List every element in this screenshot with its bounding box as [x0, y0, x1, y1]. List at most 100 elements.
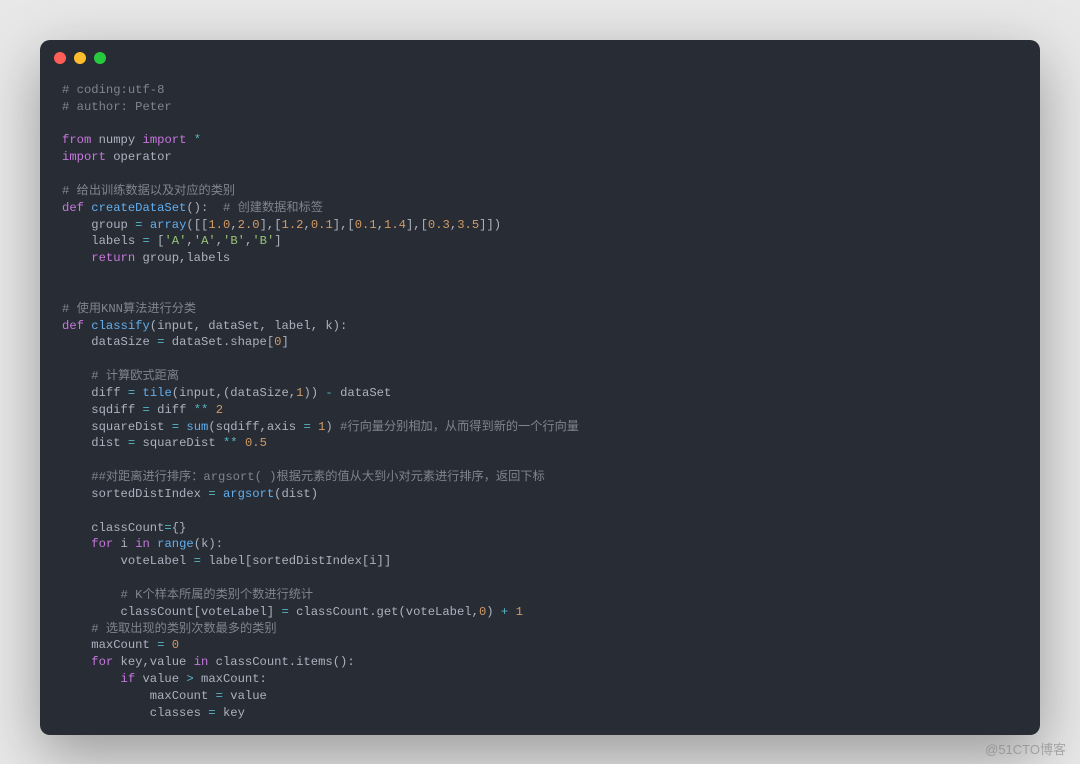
args: (input,(dataSize, — [172, 386, 296, 400]
keyword: import — [62, 150, 106, 164]
num: 1 — [516, 605, 523, 619]
expr: dataSet.shape[ — [172, 335, 274, 349]
num: 0.1 — [311, 218, 333, 232]
args: (k): — [194, 537, 223, 551]
args: (sqdiff,axis — [208, 420, 296, 434]
var: dataSet — [340, 386, 391, 400]
vars: key,value — [121, 655, 187, 669]
comment: # coding:utf-8 — [62, 83, 164, 97]
op: = — [281, 605, 288, 619]
var: key — [223, 706, 245, 720]
keyword: in — [194, 655, 209, 669]
str: 'B' — [252, 234, 274, 248]
var: group — [91, 218, 128, 232]
call: tile — [143, 386, 172, 400]
op: > — [186, 672, 193, 686]
keyword: in — [135, 537, 150, 551]
var: maxCount — [150, 689, 209, 703]
var: squareDist — [91, 420, 164, 434]
minimize-icon[interactable] — [74, 52, 86, 64]
func-name: classify — [91, 319, 150, 333]
op: ** — [194, 403, 209, 417]
punct: (): — [186, 201, 208, 215]
comment: #行向量分别相加，从而得到新的一个行向量 — [340, 420, 579, 434]
punct: ] — [282, 335, 289, 349]
keyword: def — [62, 319, 84, 333]
var: squareDist — [143, 436, 216, 450]
num: 1.2 — [282, 218, 304, 232]
var: voteLabel — [121, 554, 187, 568]
call: sum — [186, 420, 208, 434]
op: = — [157, 335, 164, 349]
op: = — [303, 420, 310, 434]
op: = — [208, 706, 215, 720]
var: labels — [91, 234, 135, 248]
code-window: # coding:utf-8 # author: Peter from nump… — [40, 40, 1040, 735]
call: range — [157, 537, 194, 551]
punct: )) — [303, 386, 318, 400]
var: maxCount: — [201, 672, 267, 686]
keyword: for — [91, 537, 113, 551]
code-block: # coding:utf-8 # author: Peter from nump… — [40, 76, 1040, 735]
call: classCount.items(): — [216, 655, 355, 669]
var: maxCount — [91, 638, 150, 652]
num: 1.0 — [208, 218, 230, 232]
comment: # 给出训练数据以及对应的类别 — [62, 184, 235, 198]
punct: ]]) — [479, 218, 501, 232]
num: 2.0 — [238, 218, 260, 232]
str: 'A' — [164, 234, 186, 248]
punct: ) — [325, 420, 332, 434]
var: classCount — [91, 521, 164, 535]
module: numpy — [99, 133, 136, 147]
var: value — [230, 689, 267, 703]
op: ** — [223, 436, 238, 450]
call: array — [150, 218, 187, 232]
var: diff — [91, 386, 120, 400]
num: 3.5 — [457, 218, 479, 232]
op: = — [142, 403, 149, 417]
keyword: import — [143, 133, 187, 147]
num: 1.4 — [384, 218, 406, 232]
op: = — [157, 638, 164, 652]
comment: # K个样本所属的类别个数进行统计 — [121, 588, 314, 602]
expr: label[sortedDistIndex[i]] — [208, 554, 391, 568]
num: 0 — [274, 335, 281, 349]
var: i — [121, 537, 128, 551]
comment: ##对距离进行排序：argsort( )根据元素的值从大到小对元素进行排序，返回… — [91, 470, 544, 484]
op: + — [501, 605, 508, 619]
var: sortedDistIndex — [91, 487, 201, 501]
op: = — [164, 521, 171, 535]
num: 0 — [172, 638, 179, 652]
maximize-icon[interactable] — [94, 52, 106, 64]
op: = — [128, 436, 135, 450]
op: = — [194, 554, 201, 568]
op: - — [325, 386, 332, 400]
params: (input, dataSet, label, k): — [150, 319, 347, 333]
punct: ] — [274, 234, 281, 248]
call: classCount.get(voteLabel, — [296, 605, 479, 619]
op: = — [128, 386, 135, 400]
var: value — [142, 672, 179, 686]
expr: classCount[voteLabel] — [121, 605, 275, 619]
punct: ([[ — [186, 218, 208, 232]
num: 0.5 — [245, 436, 267, 450]
num: 0.3 — [428, 218, 450, 232]
comment: # 使用KNN算法进行分类 — [62, 302, 196, 316]
str: 'A' — [194, 234, 216, 248]
op: = — [172, 420, 179, 434]
var: dataSize — [91, 335, 150, 349]
comment: # author: Peter — [62, 100, 172, 114]
num: 0.1 — [355, 218, 377, 232]
num: 2 — [216, 403, 223, 417]
keyword: if — [121, 672, 136, 686]
op: = — [208, 487, 215, 501]
close-icon[interactable] — [54, 52, 66, 64]
call: argsort — [223, 487, 274, 501]
op: = — [135, 218, 142, 232]
keyword: return — [91, 251, 135, 265]
brace: {} — [172, 521, 187, 535]
punct: ) — [486, 605, 493, 619]
operator: * — [194, 133, 201, 147]
str: 'B' — [223, 234, 245, 248]
op: = — [216, 689, 223, 703]
